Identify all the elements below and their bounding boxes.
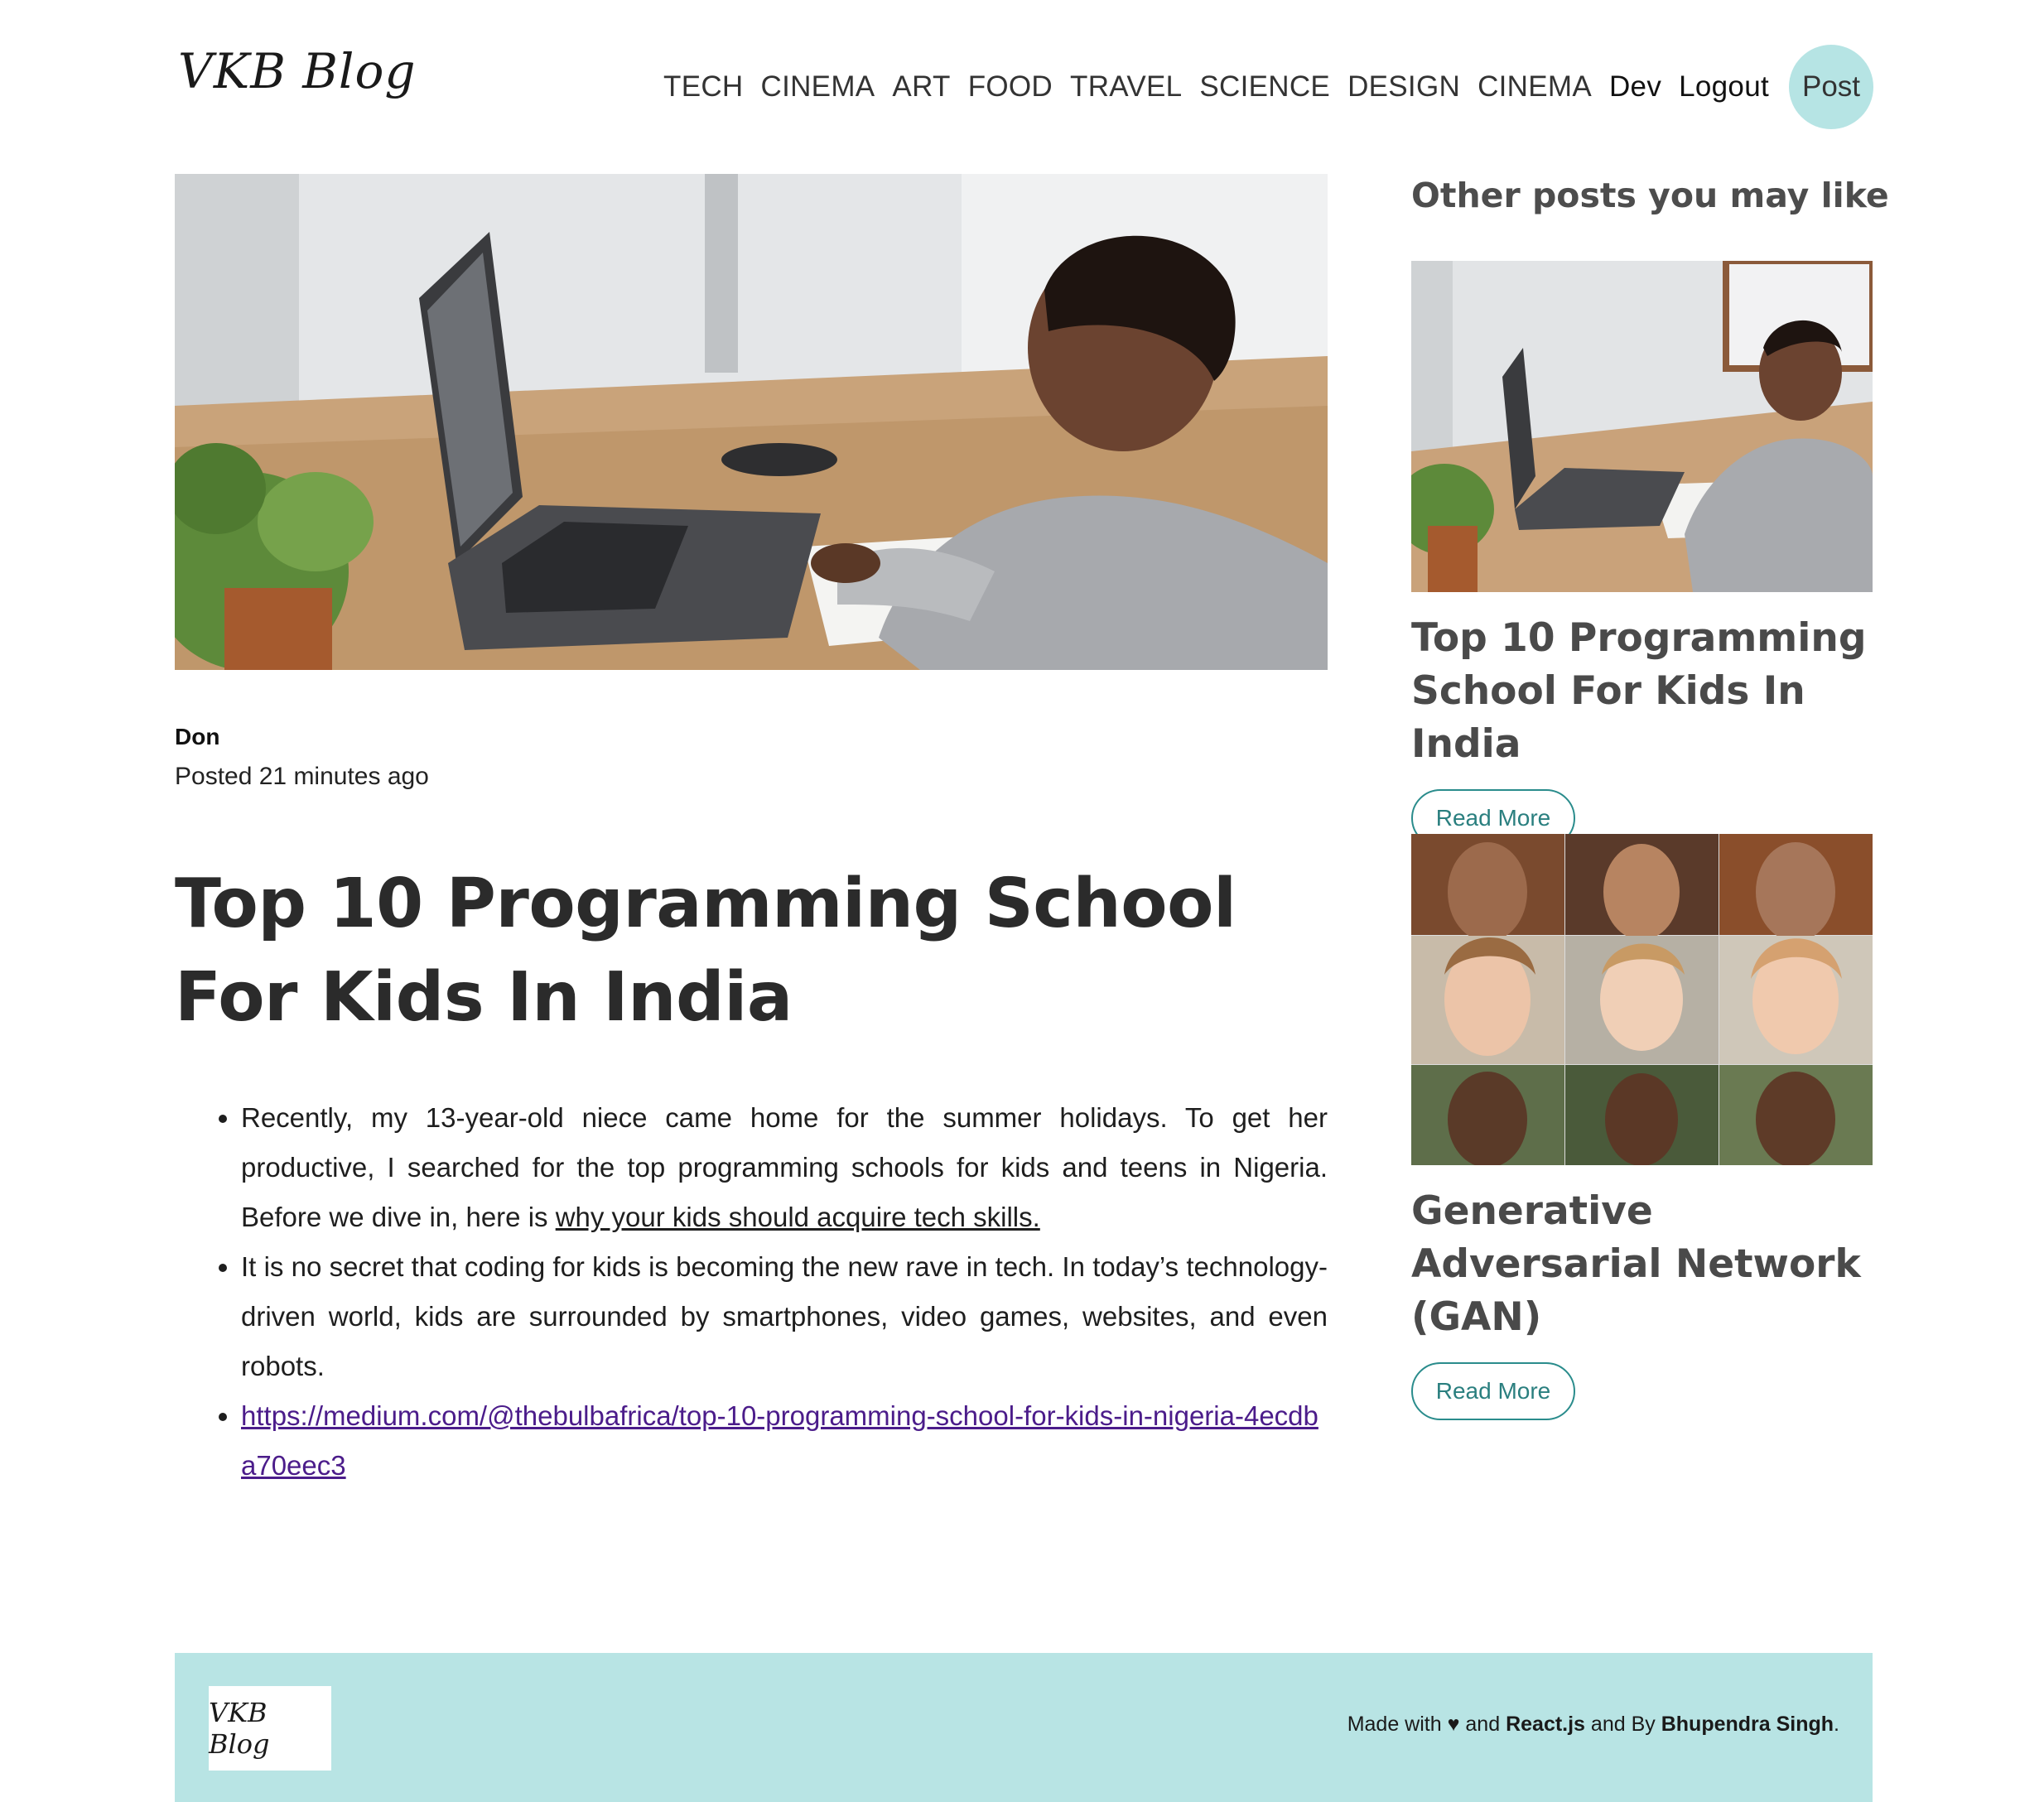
related-post-image[interactable]: [1411, 834, 1873, 1165]
related-post-card: Generative Adversarial Network (GAN) Rea…: [1411, 834, 1873, 1420]
nav-cinema-2[interactable]: CINEMA: [1478, 70, 1592, 104]
site-logo[interactable]: VKB Blog: [178, 43, 417, 99]
related-post-card: Top 10 Programming School For Kids In In…: [1411, 261, 1873, 847]
footer-credit: Made with ♥ and React.js and By Bhupendr…: [1347, 1713, 1839, 1737]
logout-link[interactable]: Logout: [1679, 70, 1769, 104]
author-name: Bhupendra Singh: [1661, 1713, 1834, 1736]
medium-source-link[interactable]: https://medium.com/@thebulbafrica/top-10…: [241, 1400, 1318, 1481]
list-item: https://medium.com/@thebulbafrica/top-10…: [241, 1391, 1328, 1491]
post-body: Recently, my 13-year-old niece came home…: [175, 1093, 1328, 1491]
credit-text: .: [1834, 1713, 1839, 1736]
nav-design[interactable]: DESIGN: [1347, 70, 1460, 104]
post-button[interactable]: Post: [1789, 45, 1873, 129]
post-title: Top 10 Programming School For Kids In In…: [175, 865, 1237, 1037]
nav-science[interactable]: SCIENCE: [1199, 70, 1330, 104]
credit-text: Made with: [1347, 1713, 1442, 1736]
credit-text: and: [1465, 1713, 1501, 1736]
list-item: It is no secret that coding for kids is …: [241, 1242, 1328, 1391]
tech-skills-link[interactable]: why your kids should acquire tech skills…: [556, 1202, 1040, 1232]
nav-tech[interactable]: TECH: [663, 70, 743, 104]
related-post-title[interactable]: Generative Adversarial Network (GAN): [1411, 1185, 1873, 1344]
main-nav: TECH CINEMA ART FOOD TRAVEL SCIENCE DESI…: [646, 45, 1873, 129]
tech-name: React.js: [1506, 1713, 1585, 1736]
footer-logo[interactable]: VKB Blog: [209, 1686, 331, 1771]
post-author: Don: [175, 724, 220, 749]
read-more-button[interactable]: Read More: [1411, 1362, 1575, 1420]
post-timestamp: Posted 21 minutes ago: [175, 763, 429, 790]
nav-art[interactable]: ART: [892, 70, 950, 104]
related-post-image[interactable]: [1411, 261, 1873, 592]
list-item: Recently, my 13-year-old niece came home…: [241, 1093, 1328, 1242]
site-footer: VKB Blog Made with ♥ and React.js and By…: [175, 1653, 1873, 1802]
post-hero-image: [175, 174, 1328, 670]
nav-travel[interactable]: TRAVEL: [1070, 70, 1182, 104]
paragraph-text: It is no secret that coding for kids is …: [241, 1251, 1328, 1381]
nav-cinema[interactable]: CINEMA: [761, 70, 875, 104]
nav-food[interactable]: FOOD: [968, 70, 1053, 104]
credit-text: and By: [1590, 1713, 1656, 1736]
post-list: Recently, my 13-year-old niece came home…: [175, 1093, 1328, 1491]
sidebar-heading: Other posts you may like: [1411, 176, 1889, 215]
related-post-title[interactable]: Top 10 Programming School For Kids In In…: [1411, 612, 1873, 771]
nav-user[interactable]: Dev: [1609, 70, 1661, 104]
heart-icon: ♥: [1447, 1713, 1460, 1736]
